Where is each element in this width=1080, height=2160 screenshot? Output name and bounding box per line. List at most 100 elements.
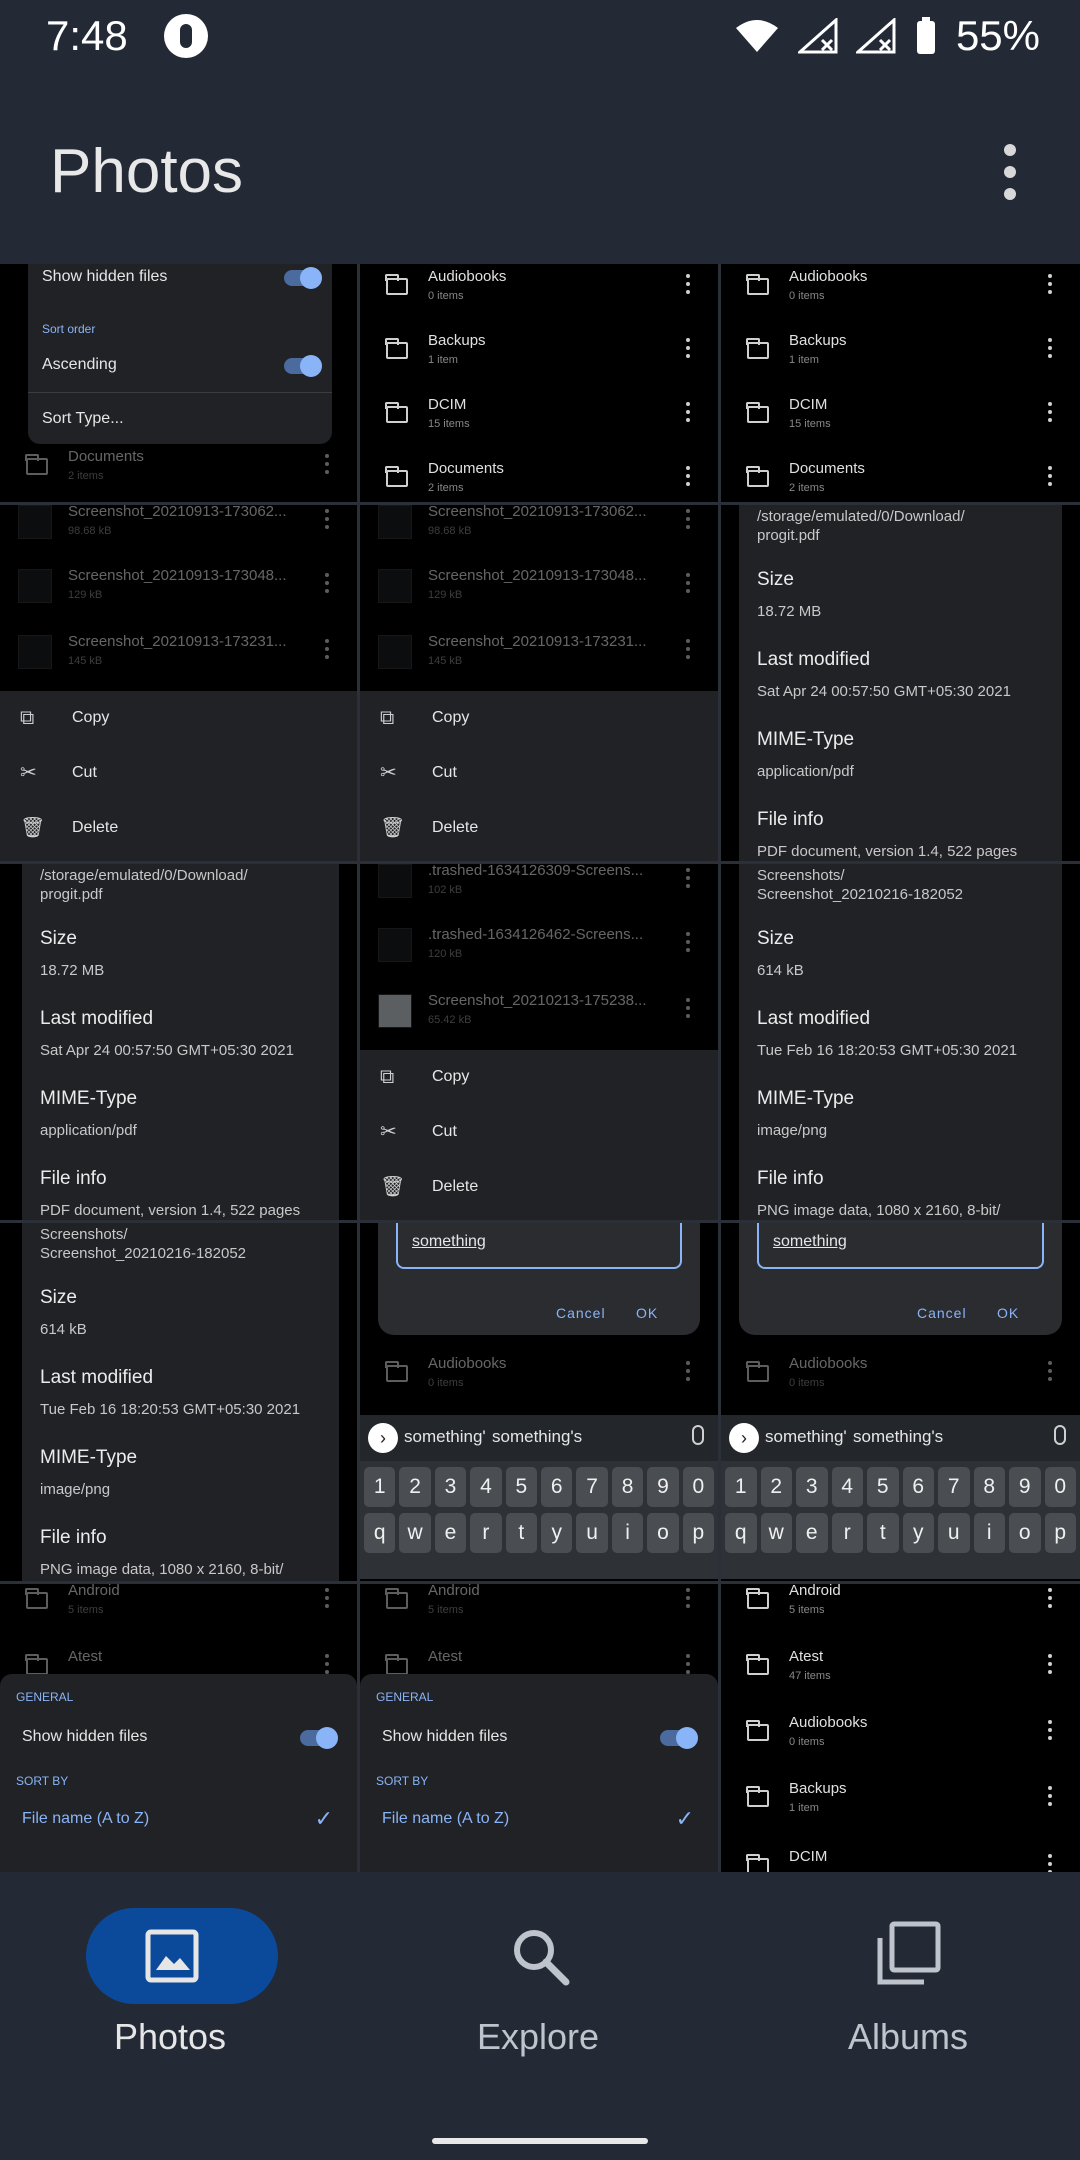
expand-arrow-icon: › xyxy=(729,1423,759,1453)
info-value: PNG image data, 1080 x 2160, 8-bit/ xyxy=(757,1202,1001,1219)
more-icon xyxy=(686,1361,690,1381)
folder-name: Android xyxy=(789,1584,841,1599)
folder-name: Atest xyxy=(68,1648,103,1665)
menu-item-copy: ⧉ Copy xyxy=(360,1052,718,1106)
photo-thumbnail[interactable]: Screenshots/ Screenshot_20210216-182052 … xyxy=(721,864,1080,1220)
folder-name: Documents xyxy=(428,460,504,477)
photo-thumbnail[interactable]: something Cancel OK Audiobooks 0 items › … xyxy=(360,1223,718,1581)
info-label: File info xyxy=(757,809,824,830)
folder-icon xyxy=(746,338,769,359)
folder-name: Atest xyxy=(789,1648,824,1665)
key: w xyxy=(760,1513,792,1553)
image-thumbnail xyxy=(378,864,412,898)
list-item: Documents 2 items xyxy=(721,452,1080,502)
file-size: 145 kB xyxy=(68,655,103,667)
photo-thumbnail[interactable]: Audiobooks 0 items Backups 1 item DCIM 15 i… xyxy=(721,264,1080,502)
list-item: Audiobooks 0 items xyxy=(360,264,718,322)
home-indicator[interactable] xyxy=(432,2138,648,2144)
info-value: image/png xyxy=(40,1481,111,1498)
more-icon xyxy=(325,1588,329,1608)
photo-thumbnail[interactable]: .trashed-1634126309-Screens... 102 kB .tr… xyxy=(360,864,718,1220)
folder-name: DCIM xyxy=(428,396,467,413)
expand-arrow-icon: › xyxy=(368,1423,398,1453)
menu-label: Copy xyxy=(72,709,110,726)
more-options-icon[interactable] xyxy=(1000,144,1020,200)
copy-icon: ⧉ xyxy=(380,1066,395,1088)
more-icon xyxy=(1048,338,1052,358)
key: t xyxy=(505,1513,538,1553)
folder-icon xyxy=(746,1786,769,1807)
copy-icon: ⧉ xyxy=(380,707,395,729)
section-label: Sort order xyxy=(42,322,96,336)
photo-icon xyxy=(145,1929,199,1983)
list-item: .trashed-1634126309-Screens... 102 kB xyxy=(360,864,718,916)
info-value: Tue Feb 16 18:20:53 GMT+05:30 2021 xyxy=(40,1401,301,1418)
check-icon: ✓ xyxy=(314,1806,333,1831)
list-item: DCIM 15 items xyxy=(360,388,718,450)
info-label: MIME-Type xyxy=(757,1088,855,1109)
list-item: Screenshot_20210913-173048... 129 kB xyxy=(360,559,718,621)
folder-count: 2 items xyxy=(428,482,464,494)
suggestion: something's xyxy=(492,1427,583,1446)
scissors-icon: ✂ xyxy=(20,762,37,784)
file-size: 120 kB xyxy=(428,948,463,960)
file-size: 129 kB xyxy=(428,589,463,601)
file-name: .trashed-1634126462-Screens... xyxy=(428,926,644,943)
mic-icon xyxy=(1054,1425,1066,1445)
letter-row: qwertyuiop xyxy=(364,1513,715,1553)
photo-thumbnail[interactable]: Audiobooks 0 items Backups 1 item DCIM 15 i… xyxy=(360,264,718,502)
photo-thumbnail[interactable]: Documents 2 items Show hidden files Sort… xyxy=(0,264,357,502)
photo-thumbnail[interactable]: Android 5 items Atest GENERAL Show hidden… xyxy=(360,1584,718,1884)
key: y xyxy=(541,1513,573,1553)
photo-thumbnail[interactable]: Android 5 items Atest GENERAL Show hidden… xyxy=(0,1584,357,1884)
section-label: GENERAL xyxy=(16,1690,74,1704)
key: 9 xyxy=(647,1467,679,1507)
photo-thumbnail[interactable]: Screenshot_20210913-173062... 98.68 kB Sc… xyxy=(0,505,357,861)
nav-explore[interactable]: Explore xyxy=(418,1908,658,2068)
photo-thumbnail[interactable]: /storage/emulated/0/Download/ progit.pdf… xyxy=(721,505,1080,861)
folder-icon xyxy=(385,1588,408,1609)
folder-count: 0 items xyxy=(789,1377,825,1389)
list-item: Android 5 items xyxy=(0,1584,357,1636)
setting-label: Sort Type... xyxy=(42,410,124,427)
file-name: Screenshot_20210913-173048... xyxy=(428,567,647,584)
context-menu: ⧉ Copy ✂ Cut 🗑 Delete xyxy=(360,1050,718,1220)
nav-albums[interactable]: Albums xyxy=(788,1908,1028,2068)
more-icon xyxy=(686,932,690,952)
photo-thumbnail[interactable]: Android 5 items Atest 47 items Audiobooks 0… xyxy=(721,1584,1080,1884)
more-icon xyxy=(1048,1654,1052,1674)
image-thumbnail xyxy=(378,994,412,1028)
sort-option: File name (A to Z) xyxy=(22,1810,150,1827)
more-icon xyxy=(325,573,329,593)
albums-icon xyxy=(877,1921,941,1985)
toggle-switch xyxy=(284,355,322,377)
more-icon xyxy=(325,454,329,474)
folder-name: Documents xyxy=(789,460,865,477)
list-item: Backups 1 item xyxy=(721,1772,1080,1834)
key: r xyxy=(831,1513,863,1553)
key: 2 xyxy=(760,1467,792,1507)
key: q xyxy=(364,1513,396,1553)
file-name: Screenshot_20210913-173062... xyxy=(428,505,647,520)
info-label: Size xyxy=(757,569,794,590)
list-item: DCIM 15 items xyxy=(721,388,1080,450)
info-value: PNG image data, 1080 x 2160, 8-bit/ xyxy=(40,1561,284,1578)
nav-photos[interactable]: Photos xyxy=(50,1908,290,2068)
info-label: File info xyxy=(40,1527,107,1548)
folder-name: Audiobooks xyxy=(789,268,868,285)
menu-label: Copy xyxy=(432,1068,470,1085)
photo-thumbnail[interactable]: something Cancel OK Audiobooks 0 items › … xyxy=(721,1223,1080,1581)
file-path: Screenshots/ Screenshot_20210216-182052 xyxy=(757,867,964,903)
key: r xyxy=(470,1513,502,1553)
photo-thumbnail[interactable]: /storage/emulated/0/Download/ progit.pdf… xyxy=(0,864,357,1220)
file-size: 145 kB xyxy=(428,655,463,667)
info-label: Last modified xyxy=(40,1367,154,1388)
photo-thumbnail[interactable]: Screenshot_20210913-173062... 98.68 kB Sc… xyxy=(360,505,718,861)
list-item: Audiobooks 0 items xyxy=(721,264,1080,322)
suggestion-strip: › something' something's xyxy=(721,1415,1080,1461)
menu-label: Cut xyxy=(432,1123,457,1140)
folder-count: 0 items xyxy=(789,290,825,302)
more-icon xyxy=(686,1588,690,1608)
photo-thumbnail[interactable]: Screenshots/ Screenshot_20210216-182052 … xyxy=(0,1223,357,1581)
number-row: 1234567890 xyxy=(725,1467,1076,1507)
